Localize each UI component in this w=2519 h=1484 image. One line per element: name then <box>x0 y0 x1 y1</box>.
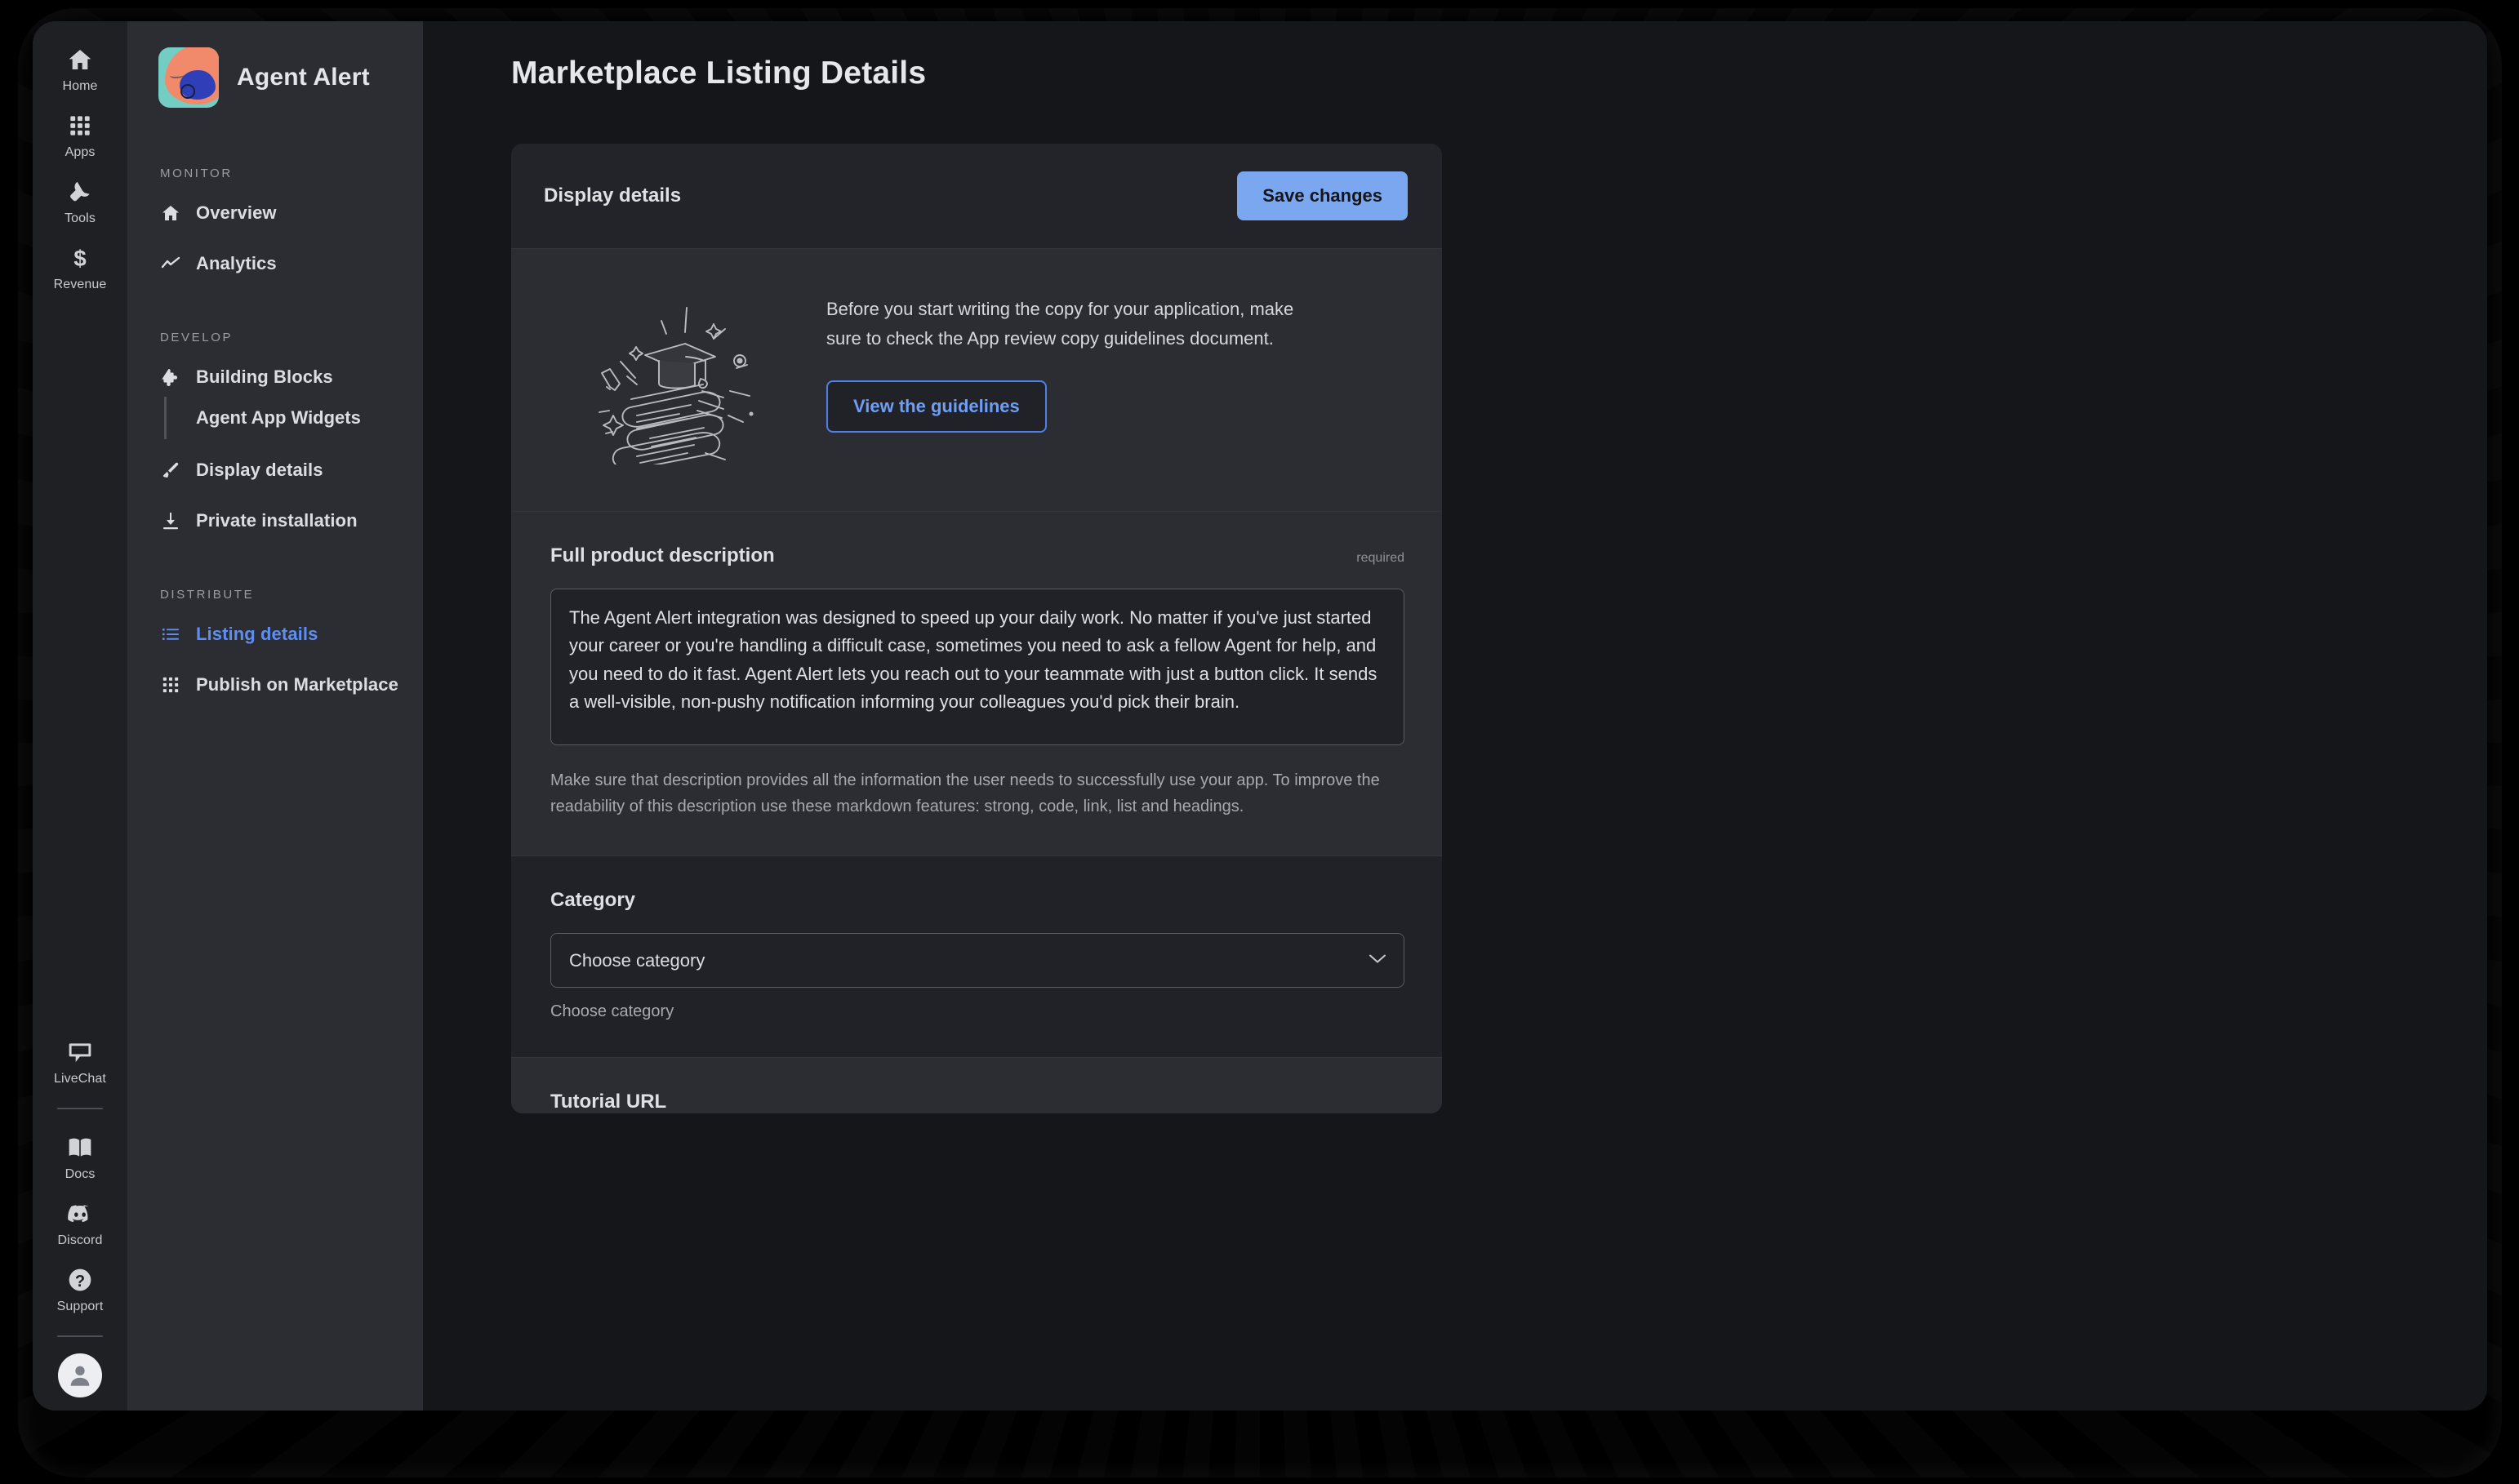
rail-item-label: Revenue <box>54 278 107 292</box>
view-guidelines-button[interactable]: View the guidelines <box>826 380 1047 433</box>
category-select-wrap: Choose category <box>550 933 1404 988</box>
section-title: Category <box>550 889 635 912</box>
rail-item-label: LiveChat <box>54 1072 106 1086</box>
category-section: Category Choose category Choose category <box>511 855 1442 1057</box>
wrench-icon <box>66 178 94 206</box>
sidebar-item-label: Private installation <box>196 510 358 531</box>
apps-grid-icon <box>66 112 94 140</box>
sidebar-subitem-agent-app-widgets[interactable]: Agent App Widgets <box>164 397 423 439</box>
line-chart-icon <box>160 253 181 274</box>
sidebar-item-label: Display details <box>196 460 323 481</box>
section-header: Full product description required <box>550 544 1404 567</box>
sidebar-item-label: Building Blocks <box>196 367 333 388</box>
tutorial-url-section: Tutorial URL <box>511 1057 1442 1113</box>
app-sidebar: Agent Alert MONITOR Overview Analytics <box>127 21 423 1411</box>
nav-section-monitor-label: MONITOR <box>127 167 423 180</box>
card-header: Display details Save changes <box>511 144 1442 248</box>
home-icon <box>66 46 94 73</box>
section-header: Category <box>550 889 1404 912</box>
rail-divider-bottom <box>57 1335 103 1337</box>
main-content: Marketplace Listing Details Display deta… <box>423 21 2487 1411</box>
rail-item-label: Tools <box>65 211 96 226</box>
banner-text: Before you start writing the copy for yo… <box>826 295 1296 353</box>
rail-item-discord[interactable]: Discord <box>33 1190 127 1256</box>
sidebar-item-publish-on-marketplace[interactable]: Publish on Marketplace <box>127 665 423 704</box>
sidebar-item-label: Analytics <box>196 253 277 274</box>
user-avatar-icon <box>66 1362 94 1389</box>
rail-item-home[interactable]: Home <box>33 36 127 102</box>
book-icon <box>66 1134 94 1162</box>
download-icon <box>160 510 181 531</box>
svg-text:?: ? <box>75 1273 85 1291</box>
books-graduation-cap-illustration <box>576 285 789 469</box>
rail-item-docs[interactable]: Docs <box>33 1124 127 1190</box>
home-icon <box>160 202 181 224</box>
sidebar-item-analytics[interactable]: Analytics <box>127 244 423 283</box>
save-changes-button[interactable]: Save changes <box>1237 171 1408 220</box>
agent-alert-logo <box>158 47 219 108</box>
app-name: Agent Alert <box>237 64 370 91</box>
sidebar-item-building-blocks[interactable]: Building Blocks <box>127 358 423 397</box>
rail-item-label: Docs <box>65 1167 96 1182</box>
rail-item-livechat[interactable]: LiveChat <box>33 1029 127 1095</box>
rail-item-apps[interactable]: Apps <box>33 102 127 168</box>
logo-ring <box>180 84 195 99</box>
question-circle-icon: ? <box>66 1266 94 1294</box>
global-icon-rail: Home Apps Tools <box>33 21 127 1411</box>
app-brand[interactable]: Agent Alert <box>127 21 423 108</box>
rail-item-label: Apps <box>65 145 96 160</box>
dollar-icon: $ <box>66 244 94 272</box>
chat-bubble-icon <box>66 1038 94 1066</box>
list-icon <box>160 624 181 645</box>
grid-dots-icon <box>160 674 181 695</box>
full-product-description-input[interactable] <box>550 589 1404 745</box>
section-title: Full product description <box>550 544 775 567</box>
svg-text:$: $ <box>73 246 86 270</box>
sidebar-item-display-details[interactable]: Display details <box>127 451 423 490</box>
required-flag: required <box>1356 551 1404 566</box>
discord-icon <box>66 1200 94 1228</box>
rail-item-support[interactable]: ? Support <box>33 1256 127 1322</box>
card-title: Display details <box>544 184 681 207</box>
rail-item-label: Discord <box>58 1233 103 1248</box>
banner-body: Before you start writing the copy for yo… <box>826 285 1296 433</box>
sidebar-item-listing-details[interactable]: Listing details <box>127 615 423 654</box>
nav-section-distribute-label: DISTRIBUTE <box>127 588 423 602</box>
nav-section-develop-label: DEVELOP <box>127 331 423 344</box>
sidebar-item-private-installation[interactable]: Private installation <box>127 501 423 540</box>
sidebar-item-overview[interactable]: Overview <box>127 193 423 233</box>
rail-item-tools[interactable]: Tools <box>33 168 127 234</box>
category-help-text: Choose category <box>550 1002 1404 1021</box>
screen: Home Apps Tools <box>0 0 2519 1484</box>
full-product-description-section: Full product description required Make s… <box>511 511 1442 855</box>
category-select[interactable]: Choose category <box>550 933 1404 988</box>
description-help-text: Make sure that description provides all … <box>550 767 1383 820</box>
rail-item-label: Support <box>57 1300 104 1314</box>
page-title: Marketplace Listing Details <box>511 56 2487 91</box>
listing-details-card: Display details Save changes <box>511 144 1442 1113</box>
rail-item-label: Home <box>62 79 97 94</box>
sidebar-item-label: Agent App Widgets <box>196 407 361 428</box>
rail-divider-top <box>57 1108 103 1109</box>
puzzle-piece-icon <box>160 367 181 388</box>
guidelines-banner: Before you start writing the copy for yo… <box>511 248 1442 511</box>
sidebar-item-label: Overview <box>196 202 277 224</box>
paintbrush-icon <box>160 460 181 481</box>
sidebar-item-label: Publish on Marketplace <box>196 674 398 695</box>
rail-item-revenue[interactable]: $ Revenue <box>33 234 127 300</box>
app-window: Home Apps Tools <box>33 21 2487 1411</box>
section-title: Tutorial URL <box>550 1091 666 1113</box>
user-avatar[interactable] <box>58 1353 102 1397</box>
sidebar-item-label: Listing details <box>196 624 318 645</box>
